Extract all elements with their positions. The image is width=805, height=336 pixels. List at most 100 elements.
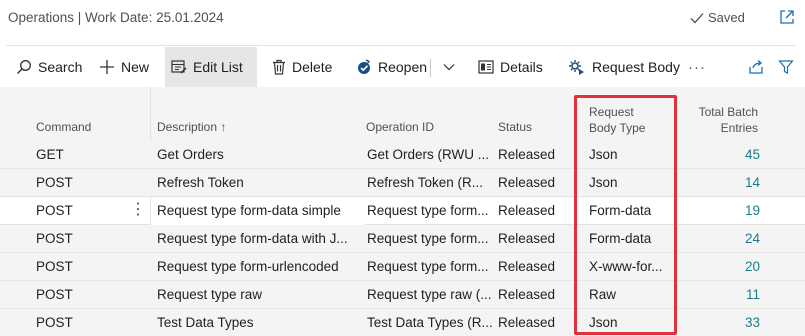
edit-list-button[interactable]: Edit List xyxy=(165,47,257,87)
cell-total-batch-entries[interactable]: 11 xyxy=(700,281,760,309)
column-header-operation-id[interactable]: Operation ID xyxy=(366,119,434,135)
cell-total-batch-entries[interactable]: 24 xyxy=(700,225,760,253)
column-header-status[interactable]: Status xyxy=(498,119,532,135)
details-label: Details xyxy=(500,59,543,75)
cell-description[interactable]: Get Orders xyxy=(157,141,362,169)
cell-command: POST xyxy=(36,203,73,218)
share-button[interactable] xyxy=(742,47,770,87)
details-button[interactable]: Details xyxy=(472,47,549,87)
column-header-description[interactable]: Description ↑ xyxy=(157,119,226,135)
cell-status: Released xyxy=(498,231,556,246)
operations-grid: Command Description ↑ Operation ID Statu… xyxy=(0,87,805,336)
toolbar-divider xyxy=(430,59,431,77)
table-row[interactable]: POST Test Data Types Test Data Types (R.… xyxy=(0,309,805,336)
cell-total-batch-entries[interactable]: 45 xyxy=(700,141,760,169)
table-row-selected[interactable]: POST ⋮ Request type form-data simple Req… xyxy=(0,196,805,225)
page-title: Operations | Work Date: 25.01.2024 xyxy=(8,10,224,25)
table-row[interactable]: POST Request type raw Request type raw (… xyxy=(0,281,805,309)
more-options-label: ··· xyxy=(688,58,706,76)
details-icon xyxy=(478,60,494,74)
cell-description[interactable]: Refresh Token xyxy=(157,169,362,197)
popout-icon[interactable] xyxy=(778,8,796,26)
grid-header: Command Description ↑ Operation ID Statu… xyxy=(0,87,805,141)
cell-description[interactable]: Request type form-data simple xyxy=(157,197,362,225)
reopen-icon xyxy=(358,59,371,74)
check-icon xyxy=(690,12,704,23)
column-header-total-batch-entries[interactable]: Total Batch Entries xyxy=(680,104,758,136)
cell-total-batch-entries[interactable]: 33 xyxy=(700,309,760,336)
cell-total-batch-entries[interactable]: 14 xyxy=(700,169,760,197)
request-body-button[interactable]: Request Body xyxy=(562,47,686,87)
cell-description[interactable]: Request type raw xyxy=(157,281,362,309)
cell-request-body-type: X-www-for... xyxy=(589,259,663,274)
new-button[interactable]: New xyxy=(93,47,155,87)
search-button[interactable]: Search xyxy=(10,47,88,87)
column-header-command[interactable]: Command xyxy=(36,119,91,135)
cell-request-body-type: Form-data xyxy=(589,231,652,246)
cell-operation-id[interactable]: Request type raw (... xyxy=(367,281,495,309)
column-header-request-body-type-line2: Body Type xyxy=(589,121,646,135)
edit-list-icon xyxy=(171,60,187,74)
cell-request-body-type: Form-data xyxy=(589,203,652,218)
cell-command: POST xyxy=(36,231,73,246)
new-label: New xyxy=(121,59,150,75)
column-header-total-batch-line1: Total Batch xyxy=(698,105,758,119)
share-icon xyxy=(749,60,763,74)
reopen-button[interactable]: Reopen xyxy=(350,47,433,87)
cell-operation-id[interactable]: Test Data Types (R... xyxy=(367,309,495,336)
cell-status: Released xyxy=(498,147,556,162)
filter-button[interactable] xyxy=(772,47,800,87)
column-header-request-body-type[interactable]: Request Body Type xyxy=(589,104,645,136)
cell-request-body-type: Raw xyxy=(589,287,617,302)
table-row[interactable]: GET Get Orders Get Orders (RWU ... Relea… xyxy=(0,141,805,169)
cell-request-body-type: Json xyxy=(589,315,618,330)
filter-icon xyxy=(778,60,794,74)
cell-status: Released xyxy=(498,287,556,302)
title-bar: Operations | Work Date: 25.01.2024 Saved xyxy=(0,0,805,36)
title-separator xyxy=(6,45,796,46)
cell-status: Released xyxy=(498,203,556,218)
cell-command: POST xyxy=(36,175,73,190)
delete-button[interactable]: Delete xyxy=(266,47,338,87)
chevron-down-icon xyxy=(443,64,455,71)
cell-command: POST xyxy=(36,287,73,302)
search-icon xyxy=(17,60,31,74)
column-header-request-body-type-line1: Request xyxy=(589,105,634,119)
request-body-icon xyxy=(569,60,584,75)
reopen-label: Reopen xyxy=(378,59,428,75)
table-row[interactable]: POST Request type form-urlencoded Reques… xyxy=(0,253,805,281)
cell-operation-id[interactable]: Request type form... xyxy=(367,197,495,225)
table-row[interactable]: POST Request type form-data with J... Re… xyxy=(0,225,805,253)
column-header-total-batch-line2: Entries xyxy=(720,121,758,135)
cell-description[interactable]: Test Data Types xyxy=(157,309,362,336)
cell-operation-id[interactable]: Request type form... xyxy=(367,225,495,253)
cell-operation-id[interactable]: Refresh Token (R... xyxy=(367,169,495,197)
cell-description[interactable]: Request type form-urlencoded xyxy=(157,253,362,281)
cell-request-body-type: Json xyxy=(589,175,618,190)
plus-icon xyxy=(100,60,114,74)
cell-status: Released xyxy=(498,259,556,274)
cell-command: POST xyxy=(36,259,73,274)
header-divider xyxy=(150,87,151,141)
search-label: Search xyxy=(38,59,83,75)
action-bar: Search New Edit List Delete Reopen Detai… xyxy=(0,47,805,87)
reopen-dropdown-button[interactable] xyxy=(436,47,462,87)
trash-icon xyxy=(273,59,285,75)
more-options-button[interactable]: ··· xyxy=(682,47,712,87)
cell-total-batch-entries[interactable]: 20 xyxy=(700,253,760,281)
cell-command: POST xyxy=(36,315,73,330)
cell-description[interactable]: Request type form-data with J... xyxy=(157,225,362,253)
cell-status: Released xyxy=(498,315,556,330)
cell-total-batch-entries[interactable]: 19 xyxy=(700,197,760,225)
saved-label: Saved xyxy=(708,10,745,25)
cell-command: GET xyxy=(36,147,64,162)
cell-status: Released xyxy=(498,175,556,190)
cell-request-body-type: Json xyxy=(589,147,618,162)
kebab-icon[interactable]: ⋮ xyxy=(130,197,146,225)
request-body-label: Request Body xyxy=(592,59,680,75)
edit-list-label: Edit List xyxy=(193,59,243,75)
delete-label: Delete xyxy=(292,59,333,75)
cell-operation-id[interactable]: Get Orders (RWU ... xyxy=(367,141,495,169)
cell-operation-id[interactable]: Request type form... xyxy=(367,253,495,281)
table-row[interactable]: POST Refresh Token Refresh Token (R... R… xyxy=(0,169,805,197)
